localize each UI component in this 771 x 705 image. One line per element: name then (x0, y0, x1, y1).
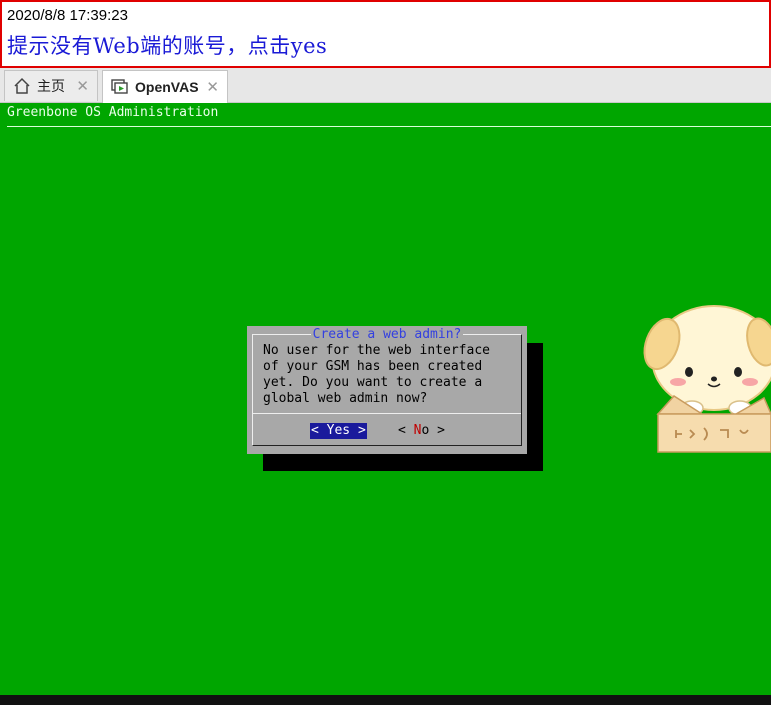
tab-openvas-label: OpenVAS (135, 79, 199, 95)
dialog-message: No user for the web interface of your GS… (263, 343, 490, 406)
tab-home[interactable]: 主页 ✕ (4, 70, 98, 101)
close-icon[interactable]: ✕ (76, 77, 89, 95)
tab-openvas[interactable]: OpenVAS ✕ (102, 70, 228, 103)
annotation-message: 提示没有Web端的账号，点击yes (7, 34, 328, 58)
vm-running-icon (111, 78, 129, 96)
yes-button[interactable]: < Yes > (310, 423, 367, 439)
home-icon (13, 77, 31, 95)
annotation-timestamp: 2020/8/8 17:39:23 (7, 7, 128, 24)
console-header: Greenbone OS Administration (7, 105, 219, 120)
dialog-separator (253, 413, 521, 414)
dialog-title: Create a web admin? (310, 327, 464, 342)
tab-home-label: 主页 (37, 78, 65, 94)
header-divider (7, 126, 771, 127)
bottom-bar (0, 695, 771, 705)
tab-bar: 主页 ✕ OpenVAS ✕ (0, 68, 771, 103)
annotation-box: 2020/8/8 17:39:23 提示没有Web端的账号，点击yes (0, 0, 771, 68)
no-button[interactable]: < No > (398, 423, 445, 439)
puppy-in-box-sticker (640, 296, 771, 456)
dialog-buttons: < Yes > < No > (247, 423, 527, 441)
close-icon[interactable]: ✕ (206, 78, 219, 96)
create-web-admin-dialog: Create a web admin? No user for the web … (247, 326, 527, 454)
